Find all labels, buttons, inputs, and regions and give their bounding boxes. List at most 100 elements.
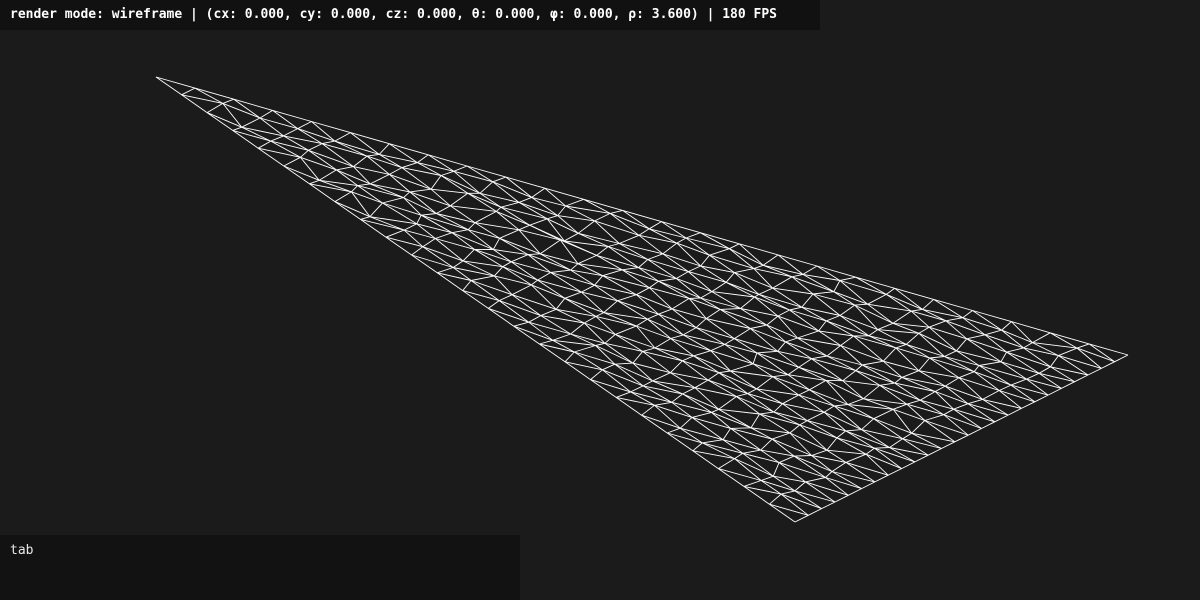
- mesh-edge: [583, 198, 623, 211]
- mesh-edge: [918, 326, 930, 334]
- mesh-edge: [539, 239, 561, 255]
- mesh-edge: [518, 224, 530, 231]
- mesh-edge: [734, 338, 778, 352]
- mesh-edge: [353, 166, 371, 185]
- mesh-edge: [318, 169, 337, 181]
- mesh-edge: [874, 447, 890, 449]
- mesh-edge: [366, 153, 380, 157]
- mesh-edge: [181, 87, 196, 96]
- mesh-edge: [953, 408, 982, 429]
- mesh-edge: [594, 275, 604, 286]
- mesh-edge: [766, 324, 786, 343]
- mesh-edge: [886, 293, 923, 310]
- mesh-edge: [711, 291, 741, 309]
- mesh-edge: [494, 275, 532, 286]
- mesh-edge: [756, 350, 778, 354]
- mesh-edge: [676, 242, 710, 256]
- mesh-edge: [378, 143, 390, 155]
- mesh-edge: [334, 191, 352, 202]
- mesh-edge: [638, 228, 650, 236]
- mesh-edge: [826, 355, 857, 372]
- mesh-edge: [682, 355, 694, 362]
- mesh-edge: [547, 215, 558, 220]
- mesh-edge: [555, 298, 566, 310]
- mesh-edge: [984, 329, 1002, 336]
- mesh-edge: [602, 269, 623, 277]
- mesh-edge: [756, 388, 799, 396]
- mesh-edge: [736, 393, 748, 397]
- mesh-edge: [683, 334, 725, 345]
- mesh-edge: [435, 238, 464, 262]
- mesh-edge: [409, 188, 432, 193]
- mesh-edge: [981, 421, 996, 429]
- mesh-edge: [570, 263, 579, 271]
- mesh-edge: [661, 221, 701, 234]
- mesh-edge: [750, 328, 778, 352]
- mesh-edge: [956, 350, 1002, 363]
- mesh-edge: [667, 432, 703, 444]
- mesh-edge: [308, 143, 323, 151]
- mesh-edge: [893, 403, 908, 410]
- mesh-edge: [636, 294, 659, 315]
- mesh-edge: [839, 304, 855, 316]
- mesh-edge: [797, 330, 819, 339]
- mesh-edge: [958, 377, 983, 400]
- mesh-edge: [488, 300, 500, 309]
- render-viewport[interactable]: [0, 0, 1200, 600]
- mesh-edge: [825, 477, 849, 496]
- mesh-edge: [1088, 343, 1129, 356]
- mesh-edge: [584, 316, 597, 324]
- mesh-edge: [928, 320, 947, 328]
- mesh-edge: [685, 232, 701, 239]
- mesh-edge: [647, 253, 663, 260]
- mesh-edge: [451, 229, 469, 234]
- mesh-edge: [1058, 355, 1102, 369]
- mesh-edge: [670, 334, 684, 339]
- mesh-edge: [564, 351, 575, 363]
- mesh-edge: [670, 338, 711, 352]
- mesh-edge: [794, 455, 812, 457]
- mesh-edge: [953, 408, 995, 423]
- mesh-edge: [649, 280, 659, 289]
- mesh-edge: [759, 413, 791, 434]
- mesh-edge: [649, 228, 687, 239]
- mesh-edge: [1076, 343, 1090, 349]
- mesh-edge: [811, 449, 828, 456]
- mesh-edge: [334, 140, 380, 155]
- mesh-edge: [641, 404, 655, 416]
- mesh-edge: [805, 481, 849, 496]
- mesh-edge: [847, 398, 864, 405]
- mesh-edge: [928, 326, 957, 352]
- mesh-edge: [1038, 372, 1075, 383]
- mesh-edge: [492, 238, 500, 250]
- mesh-edge: [679, 417, 693, 429]
- mesh-edge: [825, 471, 833, 478]
- mesh-edge: [488, 308, 515, 327]
- mesh-edge: [753, 268, 793, 278]
- mesh-edge: [622, 209, 662, 223]
- mesh-edge: [759, 413, 800, 426]
- mesh-edge: [839, 315, 870, 337]
- mesh-edge: [700, 232, 730, 250]
- mesh-edge: [834, 494, 849, 503]
- mesh-edge: [750, 324, 767, 329]
- mesh-edge: [602, 363, 615, 371]
- mesh-edge: [789, 306, 802, 311]
- mesh-edge: [496, 206, 502, 212]
- mesh-edge: [662, 253, 701, 267]
- mesh-edge: [692, 442, 703, 452]
- mesh-edge: [956, 338, 968, 352]
- mesh-edge: [682, 387, 696, 395]
- mesh-edge: [901, 461, 916, 470]
- mesh-edge: [722, 439, 761, 451]
- console-input[interactable]: tab: [0, 535, 520, 600]
- mesh-edge: [272, 110, 298, 129]
- mesh-edge: [802, 265, 818, 275]
- mesh-edge: [595, 312, 604, 317]
- mesh-edge: [730, 428, 761, 451]
- mesh-edge: [693, 350, 711, 357]
- mesh-edge: [676, 237, 687, 244]
- mesh-edge: [574, 345, 596, 353]
- mesh-edge: [389, 143, 429, 156]
- mesh-edge: [801, 293, 814, 308]
